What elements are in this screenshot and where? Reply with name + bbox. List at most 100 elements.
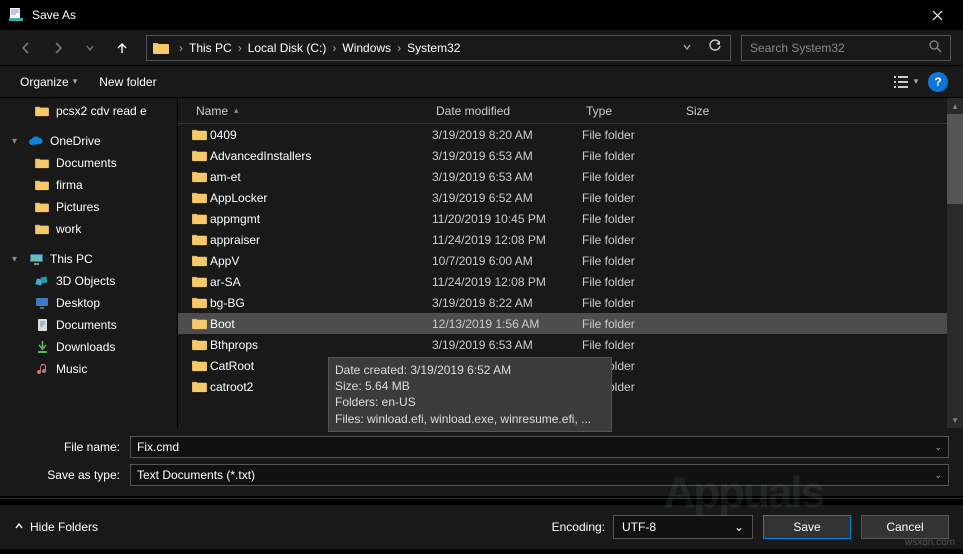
folder-icon xyxy=(192,190,210,206)
file-row[interactable]: ar-SA11/24/2019 12:08 PMFile folder xyxy=(178,271,963,292)
col-name[interactable]: Name▴ xyxy=(190,104,430,118)
file-row[interactable]: appraiser11/24/2019 12:08 PMFile folder xyxy=(178,229,963,250)
tree-item[interactable]: firma xyxy=(0,174,177,196)
tree-item[interactable]: Pictures xyxy=(0,196,177,218)
file-row[interactable]: AppV10/7/2019 6:00 AMFile folder xyxy=(178,250,963,271)
tree-item[interactable]: Music xyxy=(0,358,177,380)
tree-item[interactable]: Documents xyxy=(0,314,177,336)
breadcrumb-seg[interactable]: Local Disk (C:) xyxy=(244,41,331,55)
folder-icon xyxy=(192,127,210,143)
history-dropdown[interactable] xyxy=(76,34,104,62)
folder-icon xyxy=(192,358,210,374)
pc-icon xyxy=(28,251,44,267)
file-row[interactable]: am-et3/19/2019 6:53 AMFile folder xyxy=(178,166,963,187)
chevron-down-icon: ▾ xyxy=(914,76,919,87)
help-icon: ? xyxy=(928,72,948,92)
file-name: am-et xyxy=(210,170,432,184)
filename-input[interactable]: Fix.cmd ⌄ xyxy=(130,436,949,458)
address-dropdown[interactable] xyxy=(674,41,700,55)
chevron-down-icon[interactable]: ▾ xyxy=(12,254,22,265)
chevron-right-icon[interactable]: › xyxy=(177,41,185,55)
tree-item[interactable]: pcsx2 cdv read e xyxy=(0,100,177,122)
chevron-down-icon[interactable]: ⌄ xyxy=(934,470,942,481)
file-row[interactable]: bg-BG3/19/2019 8:22 AMFile folder xyxy=(178,292,963,313)
col-type[interactable]: Type xyxy=(580,104,680,118)
file-row[interactable]: AdvancedInstallers3/19/2019 6:53 AMFile … xyxy=(178,145,963,166)
scrollbar[interactable]: ▴ ▾ xyxy=(947,98,963,428)
separator xyxy=(0,498,963,499)
chevron-right-icon[interactable]: › xyxy=(395,41,403,55)
search-input[interactable]: Search System32 xyxy=(741,35,951,61)
breadcrumb-seg[interactable]: This PC xyxy=(185,41,236,55)
file-row[interactable]: Bthprops3/19/2019 6:53 AMFile folder xyxy=(178,334,963,355)
cancel-button[interactable]: Cancel xyxy=(861,515,949,539)
tree-onedrive[interactable]: ▾ OneDrive xyxy=(0,130,177,152)
file-row[interactable]: Boot12/13/2019 1:56 AMFile folder xyxy=(178,313,963,334)
file-date: 3/19/2019 8:22 AM xyxy=(432,296,582,310)
file-row[interactable]: appmgmt11/20/2019 10:45 PMFile folder xyxy=(178,208,963,229)
help-button[interactable]: ? xyxy=(925,69,951,95)
refresh-button[interactable] xyxy=(700,39,730,56)
folder-icon xyxy=(34,177,50,193)
file-name: catroot2 xyxy=(210,380,432,394)
file-date: 11/24/2019 12:08 PM xyxy=(432,275,582,289)
file-type: File folder xyxy=(582,338,682,352)
tree-item[interactable]: Desktop xyxy=(0,292,177,314)
tree-item[interactable]: Downloads xyxy=(0,336,177,358)
file-type: File folder xyxy=(582,380,682,394)
objects-icon xyxy=(34,273,50,289)
forward-button[interactable] xyxy=(44,34,72,62)
nav-tree[interactable]: pcsx2 cdv read e ▾ OneDrive Documents fi… xyxy=(0,98,178,428)
tree-item[interactable]: 3D Objects xyxy=(0,270,177,292)
chevron-down-icon[interactable]: ▾ xyxy=(12,136,22,147)
folder-icon xyxy=(192,232,210,248)
desktop-icon xyxy=(34,295,50,311)
save-button[interactable]: Save xyxy=(763,515,851,539)
toolbar: Organize ▾ New folder ▾ ? xyxy=(0,66,963,98)
file-type: File folder xyxy=(582,191,682,205)
file-date: 11/24/2019 12:08 PM xyxy=(432,233,582,247)
scroll-up-button[interactable]: ▴ xyxy=(947,98,963,114)
address-bar[interactable]: › This PC › Local Disk (C:) › Windows › … xyxy=(146,35,731,61)
cloud-icon xyxy=(28,133,44,149)
encoding-select[interactable]: UTF-8 ⌄ xyxy=(613,515,753,539)
organize-menu[interactable]: Organize ▾ xyxy=(12,71,85,93)
folder-icon xyxy=(192,169,210,185)
file-type: File folder xyxy=(582,275,682,289)
col-date[interactable]: Date modified xyxy=(430,104,580,118)
file-row[interactable]: CatRoot1/7/2020 8:39 AMFile folder xyxy=(178,355,963,376)
saveastype-select[interactable]: Text Documents (*.txt) ⌄ xyxy=(130,464,949,486)
chevron-down-icon[interactable]: ⌄ xyxy=(934,442,942,453)
tree-item[interactable]: Documents xyxy=(0,152,177,174)
app-icon xyxy=(8,7,24,23)
folder-icon xyxy=(192,148,210,164)
file-row[interactable]: catroot2 File folder xyxy=(178,376,963,397)
back-button[interactable] xyxy=(12,34,40,62)
chevron-up-icon xyxy=(14,520,24,534)
breadcrumb-seg[interactable]: System32 xyxy=(403,41,464,55)
scroll-thumb[interactable] xyxy=(947,114,963,204)
downloads-icon xyxy=(34,339,50,355)
scroll-down-button[interactable]: ▾ xyxy=(947,412,963,428)
tree-thispc[interactable]: ▾ This PC xyxy=(0,248,177,270)
music-icon xyxy=(34,361,50,377)
up-button[interactable] xyxy=(108,34,136,62)
chevron-right-icon[interactable]: › xyxy=(236,41,244,55)
folder-icon xyxy=(151,38,171,58)
file-name: Boot xyxy=(210,317,432,331)
close-button[interactable] xyxy=(915,0,959,30)
file-type: File folder xyxy=(582,296,682,310)
chevron-right-icon[interactable]: › xyxy=(330,41,338,55)
view-menu[interactable]: ▾ xyxy=(893,69,919,95)
file-date: 3/19/2019 6:53 AM xyxy=(432,149,582,163)
file-type: File folder xyxy=(582,212,682,226)
breadcrumb-seg[interactable]: Windows xyxy=(338,41,395,55)
folder-icon xyxy=(34,103,50,119)
file-rows[interactable]: 04093/19/2019 8:20 AMFile folderAdvanced… xyxy=(178,124,963,428)
hide-folders-button[interactable]: Hide Folders xyxy=(14,520,98,534)
new-folder-button[interactable]: New folder xyxy=(91,71,164,93)
tree-item[interactable]: work xyxy=(0,218,177,240)
col-size[interactable]: Size xyxy=(680,104,760,118)
file-row[interactable]: AppLocker3/19/2019 6:52 AMFile folder xyxy=(178,187,963,208)
file-row[interactable]: 04093/19/2019 8:20 AMFile folder xyxy=(178,124,963,145)
